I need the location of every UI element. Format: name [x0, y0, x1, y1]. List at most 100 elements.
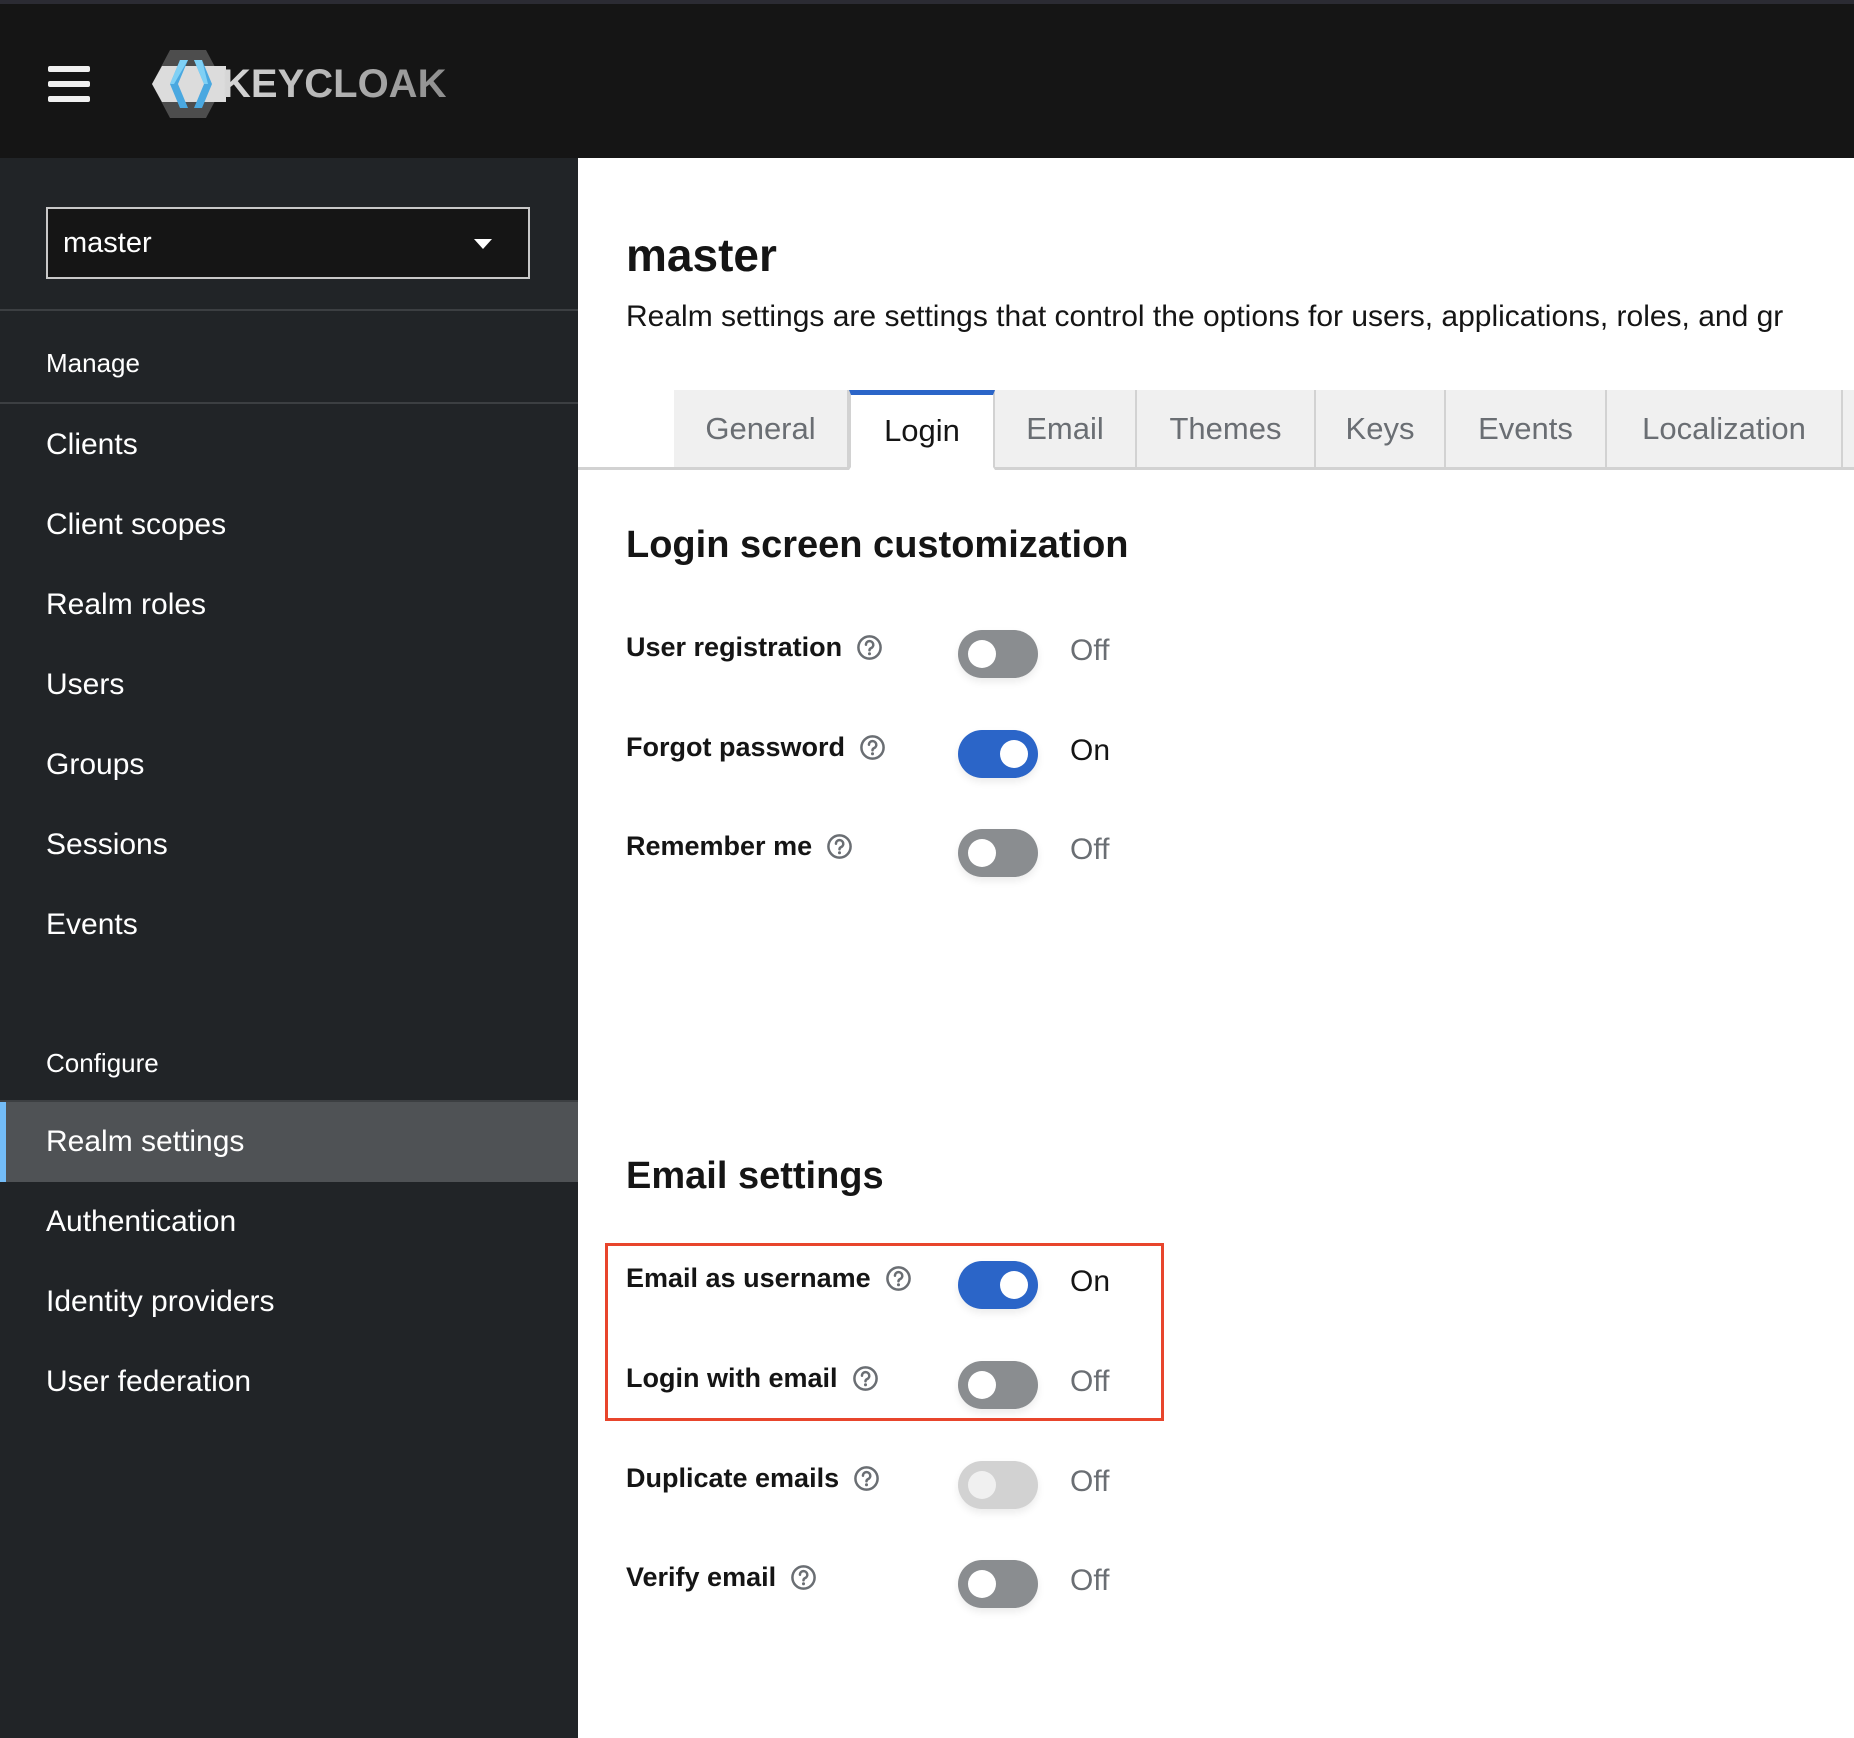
sidebar-item-authentication[interactable]: Authentication — [0, 1182, 578, 1262]
nav-group-manage: Manage — [46, 348, 140, 378]
keycloak-logo-icon — [152, 50, 226, 118]
help-icon[interactable] — [826, 833, 853, 860]
logo-text: KEYCLOAK — [222, 61, 447, 106]
toggle-knob — [968, 1570, 996, 1598]
toggle-state-text: Off — [1070, 833, 1110, 866]
keycloak-logo[interactable]: KEYCLOAK — [150, 48, 470, 120]
tab-label: Localization — [1642, 410, 1806, 446]
forgot-password-toggle[interactable] — [958, 730, 1038, 778]
email-as-username-toggle[interactable] — [958, 1261, 1038, 1309]
remember-me-toggle[interactable] — [958, 829, 1038, 877]
tab-label: Keys — [1345, 410, 1415, 446]
sidebar-item-events[interactable]: Events — [0, 885, 578, 965]
section-title-email-settings: Email settings — [626, 1155, 884, 1197]
setting-row-login-with-email: Login with email Off — [626, 1355, 1186, 1415]
toggle-knob — [968, 1471, 996, 1499]
tab-login[interactable]: Login — [849, 390, 995, 470]
tab-general[interactable]: General — [674, 390, 849, 470]
help-icon[interactable] — [856, 634, 883, 661]
setting-label-text: Duplicate emails — [626, 1463, 840, 1493]
login-with-email-toggle[interactable] — [958, 1361, 1038, 1409]
tab-label: Themes — [1169, 410, 1282, 446]
tab-email[interactable]: Email — [995, 390, 1137, 470]
sidebar-item-label: Clients — [46, 428, 138, 461]
tab-localization[interactable]: Localization — [1607, 390, 1843, 470]
sidebar-item-label: User federation — [46, 1365, 252, 1398]
sidebar-item-realm-roles[interactable]: Realm roles — [0, 565, 578, 645]
setting-label: Remember me — [626, 831, 853, 862]
setting-row-user-registration: User registration Off — [626, 624, 1186, 684]
sidebar-item-label: Sessions — [46, 828, 168, 861]
sidebar-item-label: Realm settings — [46, 1125, 245, 1158]
setting-label: User registration — [626, 632, 883, 663]
sidebar-item-groups[interactable]: Groups — [0, 725, 578, 805]
help-icon[interactable] — [790, 1564, 817, 1591]
help-icon[interactable] — [853, 1465, 880, 1492]
setting-row-remember-me: Remember me Off — [626, 823, 1186, 883]
toggle-knob — [968, 640, 996, 668]
tab-themes[interactable]: Themes — [1137, 390, 1316, 470]
sidebar-item-users[interactable]: Users — [0, 645, 578, 725]
setting-label-text: Login with email — [626, 1363, 838, 1393]
sidebar-item-label: Events — [46, 908, 138, 941]
sidebar-item-label: Groups — [46, 748, 145, 781]
sidebar-item-user-federation[interactable]: User federation — [0, 1342, 578, 1422]
help-icon[interactable] — [885, 1265, 912, 1292]
caret-down-icon — [474, 239, 492, 249]
toggle-knob — [1000, 740, 1028, 768]
section-title-login-screen: Login screen customization — [626, 524, 1129, 566]
hamburger-menu-icon[interactable] — [48, 66, 90, 104]
tab-label: Events — [1478, 410, 1573, 446]
toggle-state-text: Off — [1070, 1465, 1110, 1498]
setting-label-text: Remember me — [626, 831, 813, 861]
setting-row-forgot-password: Forgot password On — [626, 724, 1186, 784]
sidebar-item-label: Identity providers — [46, 1285, 275, 1318]
toggle-knob — [1000, 1271, 1028, 1299]
sidebar-item-label: Client scopes — [46, 508, 227, 541]
masthead: KEYCLOAK — [0, 4, 1854, 158]
toggle-knob — [968, 839, 996, 867]
sidebar-divider — [0, 402, 578, 404]
sidebar-item-identity-providers[interactable]: Identity providers — [0, 1262, 578, 1342]
tab-events[interactable]: Events — [1446, 390, 1607, 470]
realm-selector[interactable]: master — [46, 207, 530, 279]
verify-email-toggle[interactable] — [958, 1560, 1038, 1608]
sidebar-item-clients[interactable]: Clients — [0, 405, 578, 485]
sidebar-item-label: Authentication — [46, 1205, 237, 1238]
toggle-knob — [968, 1371, 996, 1399]
sidebar-item-realm-settings[interactable]: Realm settings — [0, 1102, 578, 1182]
setting-label-text: Email as username — [626, 1263, 871, 1293]
toggle-state-text: On — [1070, 734, 1111, 767]
toggle-state-text: Off — [1070, 1564, 1110, 1597]
setting-label: Duplicate emails — [626, 1463, 880, 1494]
tab-bar: General Login Email Themes Keys Events L… — [674, 390, 1854, 470]
setting-label-text: Forgot password — [626, 732, 846, 762]
realm-selector-value: master — [63, 227, 152, 259]
toggle-state-text: Off — [1070, 634, 1110, 667]
tab-keys[interactable]: Keys — [1316, 390, 1446, 470]
sidebar-item-label: Users — [46, 668, 125, 701]
help-icon[interactable] — [859, 734, 886, 761]
help-icon[interactable] — [852, 1365, 879, 1392]
page-description: Realm settings are settings that control… — [626, 300, 1784, 333]
sidebar-item-label: Realm roles — [46, 588, 207, 621]
setting-label: Login with email — [626, 1363, 879, 1394]
sidebar-item-client-scopes[interactable]: Client scopes — [0, 485, 578, 565]
setting-label: Email as username — [626, 1263, 912, 1294]
page-title: master — [626, 229, 777, 281]
setting-label: Verify email — [626, 1562, 817, 1593]
setting-row-email-as-username: Email as username On — [626, 1255, 1186, 1315]
setting-row-duplicate-emails: Duplicate emails Off — [626, 1455, 1186, 1515]
nav-group-configure: Configure — [46, 1048, 159, 1078]
user-registration-toggle[interactable] — [958, 630, 1038, 678]
setting-row-verify-email: Verify email Off — [626, 1554, 1186, 1614]
sidebar-item-sessions[interactable]: Sessions — [0, 805, 578, 885]
setting-label: Forgot password — [626, 732, 886, 763]
tab-overflow[interactable] — [1843, 390, 1854, 470]
tab-label: Login — [884, 413, 960, 448]
duplicate-emails-toggle — [958, 1461, 1038, 1509]
setting-label-text: Verify email — [626, 1562, 777, 1592]
toggle-state-text: Off — [1070, 1365, 1110, 1398]
tab-label: General — [705, 410, 816, 446]
sidebar: master Manage Clients Client scopes Real… — [0, 158, 578, 1738]
